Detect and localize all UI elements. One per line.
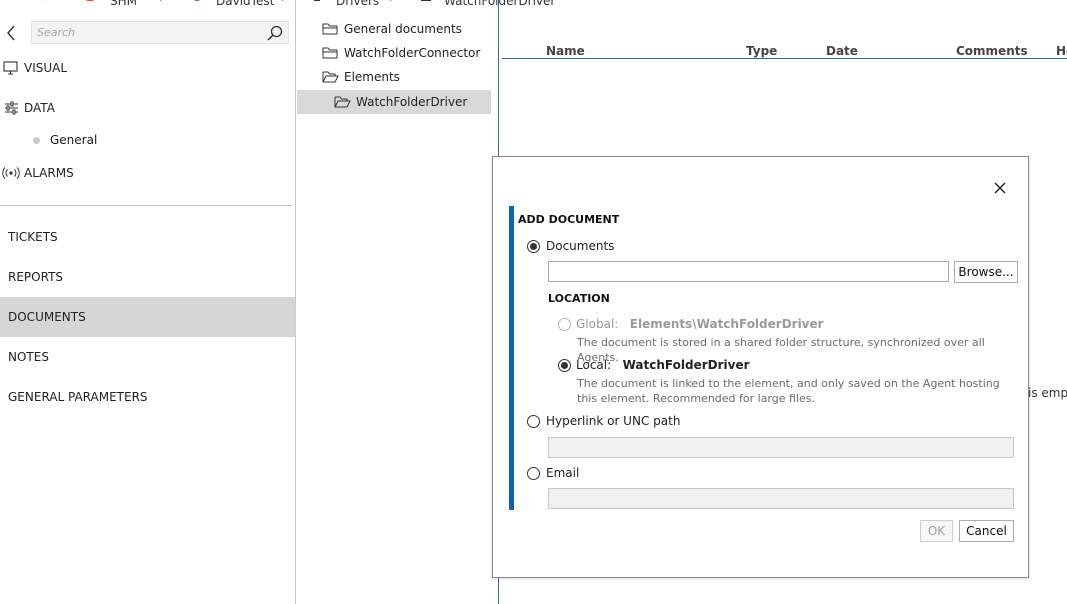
tree-item-label: General documents xyxy=(344,22,462,36)
tree-item-label: WatchFolderDriver xyxy=(356,95,468,109)
folder-tree: General documents WatchFolderConnector E… xyxy=(297,0,497,604)
add-document-dialog: ADD DOCUMENT Documents Browse... LOCATIO… xyxy=(492,156,1029,578)
section-reports[interactable]: REPORTS xyxy=(0,257,295,297)
tree-item-label: WatchFolderConnector xyxy=(344,46,481,60)
nav-data-label: DATA xyxy=(24,101,55,115)
local-radio[interactable] xyxy=(558,359,571,372)
email-input[interactable] xyxy=(549,489,1013,508)
documents-label: Documents xyxy=(546,239,615,253)
column-he[interactable]: He xyxy=(1056,44,1067,58)
tree-item-label: Elements xyxy=(344,70,400,84)
global-radio[interactable] xyxy=(558,318,571,331)
global-option: Global: Elements\WatchFolderDriver xyxy=(576,317,824,331)
folder-icon xyxy=(322,47,338,59)
documents-radio[interactable] xyxy=(527,240,540,253)
accent-bar xyxy=(509,206,514,510)
documents-field xyxy=(548,261,949,282)
sliders-icon xyxy=(5,101,18,115)
ok-button[interactable]: OK xyxy=(920,520,953,542)
empty-list-message: is empt xyxy=(1028,386,1067,400)
back-chevron-icon[interactable] xyxy=(3,23,19,43)
nav-visual-label: VISUAL xyxy=(24,61,68,75)
folder-open-icon xyxy=(322,71,339,83)
list-header: Name Type Date Comments He xyxy=(502,44,1067,59)
cancel-button[interactable]: Cancel xyxy=(959,520,1014,542)
documents-input[interactable] xyxy=(549,262,948,281)
section-general-parameters[interactable]: GENERAL PARAMETERS xyxy=(0,377,295,417)
folder-open-icon xyxy=(334,96,351,108)
hyperlink-label: Hyperlink or UNC path xyxy=(546,414,681,428)
nav-general-label: General xyxy=(50,133,98,147)
browse-button[interactable]: Browse... xyxy=(954,261,1018,283)
search-input[interactable] xyxy=(32,22,252,43)
hyperlink-field xyxy=(548,437,1014,458)
monitor-icon xyxy=(3,61,18,75)
search-icon[interactable] xyxy=(266,24,284,42)
hyperlink-radio[interactable] xyxy=(527,415,540,428)
global-label: Global: xyxy=(576,317,619,331)
column-comments[interactable]: Comments xyxy=(956,44,1028,58)
section-tickets[interactable]: TICKETS xyxy=(0,217,295,257)
local-label: Local: xyxy=(576,358,612,372)
broadcast-icon xyxy=(2,167,20,179)
hyperlink-input[interactable] xyxy=(549,438,1013,457)
section-notes[interactable]: NOTES xyxy=(0,337,295,377)
nav-alarms-label: ALARMS xyxy=(24,166,74,180)
email-label: Email xyxy=(546,466,580,480)
local-path: WatchFolderDriver xyxy=(622,358,750,372)
column-date[interactable]: Date xyxy=(826,44,858,58)
status-dot-icon xyxy=(33,137,40,144)
email-field xyxy=(548,488,1014,509)
email-radio[interactable] xyxy=(527,467,540,480)
dialog-title: ADD DOCUMENT xyxy=(518,213,620,226)
column-name[interactable]: Name xyxy=(546,44,585,58)
folder-icon xyxy=(322,23,338,35)
divider xyxy=(0,205,292,206)
left-panel: VISUAL DATA General ALARMS TICKETS REPOR… xyxy=(0,0,296,604)
local-description: The document is linked to the element, a… xyxy=(577,377,1000,405)
search-box xyxy=(31,21,289,44)
global-path: Elements\WatchFolderDriver xyxy=(629,317,824,331)
close-icon[interactable] xyxy=(991,179,1009,197)
location-heading: LOCATION xyxy=(548,292,610,305)
section-documents[interactable]: DOCUMENTS xyxy=(0,297,295,337)
local-option: Local: WatchFolderDriver xyxy=(576,358,750,372)
column-type[interactable]: Type xyxy=(746,44,777,58)
